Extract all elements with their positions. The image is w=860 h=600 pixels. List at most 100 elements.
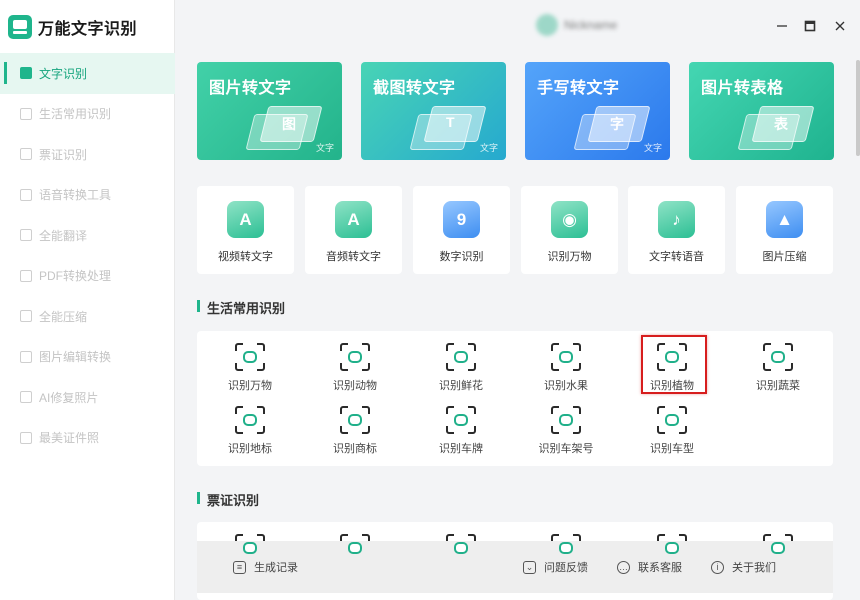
- support-label: 联系客服: [638, 562, 682, 574]
- rec-label: 识别车型: [650, 443, 694, 455]
- animal-scan-icon: [339, 342, 371, 372]
- document-illustration-icon: 图: [245, 106, 324, 152]
- sidebar-item-label: 文字识别: [39, 66, 88, 81]
- feedback-label: 问题反馈: [544, 562, 588, 574]
- table-illustration-icon: 表: [737, 106, 816, 152]
- tool-video-to-text[interactable]: A 视频转文字: [197, 186, 294, 274]
- rec-item-vegetable[interactable]: 识别蔬菜: [743, 342, 813, 399]
- rec-item-car-model[interactable]: 识别车型: [637, 405, 707, 462]
- rec-label: 识别车架号: [538, 443, 594, 455]
- fruit-scan-icon: [550, 342, 582, 372]
- ai-repair-icon: [20, 391, 32, 404]
- sidebar-item-id-photo[interactable]: 最美证件照: [0, 418, 175, 459]
- sidebar-item-ai-photo-repair[interactable]: AI修复照片: [0, 377, 175, 418]
- vin-scan-icon: [550, 405, 582, 435]
- rec-label: 识别水果: [544, 380, 588, 392]
- sidebar-item-label: 生活常用识别: [39, 107, 112, 122]
- about-label: 关于我们: [732, 562, 776, 574]
- translate-icon: [20, 229, 32, 242]
- tool-recognize-everything[interactable]: ◉ 识别万物: [521, 186, 618, 274]
- text-to-speech-icon: ♪: [658, 201, 695, 238]
- voice-icon: [20, 188, 32, 201]
- tool-label: 数字识别: [439, 251, 484, 263]
- banner-title: 截图转文字: [373, 80, 456, 97]
- landmark-scan-icon: [234, 405, 266, 435]
- feedback-button[interactable]: ⌄ 问题反馈: [523, 559, 588, 575]
- car-model-scan-icon: [656, 405, 688, 435]
- scrollbar[interactable]: [856, 60, 860, 156]
- feedback-icon: ⌄: [523, 560, 536, 574]
- support-button[interactable]: … 联系客服: [617, 559, 682, 575]
- rec-item-vin[interactable]: 识别车架号: [531, 405, 601, 462]
- section-title-life: 生活常用识别: [197, 298, 285, 317]
- banner-image-to-text[interactable]: 图片转文字 图 文字: [197, 62, 342, 160]
- highlight-box: [641, 335, 707, 394]
- rec-item-landmark[interactable]: 识别地标: [215, 405, 285, 462]
- rec-item-animal[interactable]: 识别动物: [320, 342, 390, 399]
- rec-label: 识别地标: [228, 443, 272, 455]
- sidebar-item-label: AI修复照片: [39, 390, 99, 405]
- ticket-icon: [20, 148, 32, 161]
- sidebar-item-label: 最美证件照: [39, 431, 100, 446]
- sidebar-item-voice-tools[interactable]: 语音转换工具: [0, 175, 175, 216]
- banner-title: 图片转文字: [209, 80, 292, 97]
- banner-tag: 文字: [315, 143, 334, 153]
- rec-item-fruit[interactable]: 识别水果: [531, 342, 601, 399]
- app-title: 万能文字识别: [38, 21, 138, 38]
- minimize-button[interactable]: [772, 16, 792, 36]
- close-button[interactable]: [830, 16, 850, 36]
- rec-label: 识别车牌: [439, 443, 483, 455]
- sidebar-item-label: PDF转换处理: [39, 269, 112, 284]
- rec-label: 识别商标: [333, 443, 377, 455]
- maximize-button[interactable]: [800, 16, 820, 36]
- screenshot-illustration-icon: T: [409, 106, 488, 152]
- sidebar-item-text-recognition[interactable]: 文字识别: [0, 53, 175, 94]
- section-title-ticket: 票证识别: [197, 490, 259, 509]
- tool-number-recognition[interactable]: 9 数字识别: [413, 186, 510, 274]
- avatar: [536, 14, 558, 36]
- sidebar-item-ticket-recognition[interactable]: 票证识别: [0, 134, 175, 175]
- eye-scan-icon: [234, 342, 266, 372]
- about-button[interactable]: i 关于我们: [711, 559, 776, 575]
- sidebar-item-label: 全能翻译: [39, 228, 88, 243]
- rec-item-flower[interactable]: 识别鲜花: [426, 342, 496, 399]
- rec-item-car-plate[interactable]: 识别车牌: [426, 405, 496, 462]
- video-to-text-icon: A: [227, 201, 264, 238]
- banner-tag: 文字: [643, 143, 662, 153]
- clipboard-icon: ≡: [233, 560, 246, 574]
- compress-icon: [20, 310, 32, 323]
- sidebar-item-label: 语音转换工具: [39, 188, 112, 203]
- user-name: Nickname: [564, 18, 618, 32]
- rec-item-everything[interactable]: 识别万物: [215, 342, 285, 399]
- flower-scan-icon: [445, 342, 477, 372]
- trademark-scan-icon: [339, 405, 371, 435]
- car-plate-scan-icon: [445, 405, 477, 435]
- tool-text-to-speech[interactable]: ♪ 文字转语音: [628, 186, 725, 274]
- banner-image-to-table[interactable]: 图片转表格 表: [689, 62, 834, 160]
- handwriting-illustration-icon: 字: [573, 106, 652, 152]
- sidebar-item-pdf[interactable]: PDF转换处理: [0, 256, 175, 297]
- id-photo-icon: [20, 431, 32, 444]
- banner-screenshot-to-text[interactable]: 截图转文字 T 文字: [361, 62, 506, 160]
- sidebar-item-image-edit[interactable]: 图片编辑转换: [0, 337, 175, 378]
- tool-audio-to-text[interactable]: A 音频转文字: [305, 186, 402, 274]
- sidebar-item-translate[interactable]: 全能翻译: [0, 215, 175, 256]
- titlebar: Nickname: [176, 0, 860, 52]
- rec-label: 识别动物: [333, 380, 377, 392]
- tool-label: 图片压缩: [762, 251, 807, 263]
- user-profile[interactable]: Nickname: [536, 14, 617, 36]
- tool-label: 音频转文字: [326, 251, 381, 263]
- history-label: 生成记录: [254, 562, 298, 574]
- banner-handwriting-to-text[interactable]: 手写转文字 字 文字: [525, 62, 670, 160]
- tool-image-compress[interactable]: ▲ 图片压缩: [736, 186, 833, 274]
- sidebar-item-life-recognition[interactable]: 生活常用识别: [0, 94, 175, 135]
- sidebar-item-compress[interactable]: 全能压缩: [0, 296, 175, 337]
- history-button[interactable]: ≡ 生成记录: [233, 559, 298, 575]
- banner-title: 图片转表格: [701, 80, 784, 97]
- life-recognition-icon: [20, 107, 32, 120]
- rec-item-trademark[interactable]: 识别商标: [320, 405, 390, 462]
- vegetable-scan-icon: [762, 342, 794, 372]
- banner-tag: 文字: [479, 143, 498, 153]
- sidebar-nav: 文字识别 生活常用识别 票证识别 语音转换工具 全能翻译 PDF转换处理 全能压…: [0, 53, 175, 458]
- tool-label: 文字转语音: [649, 251, 704, 263]
